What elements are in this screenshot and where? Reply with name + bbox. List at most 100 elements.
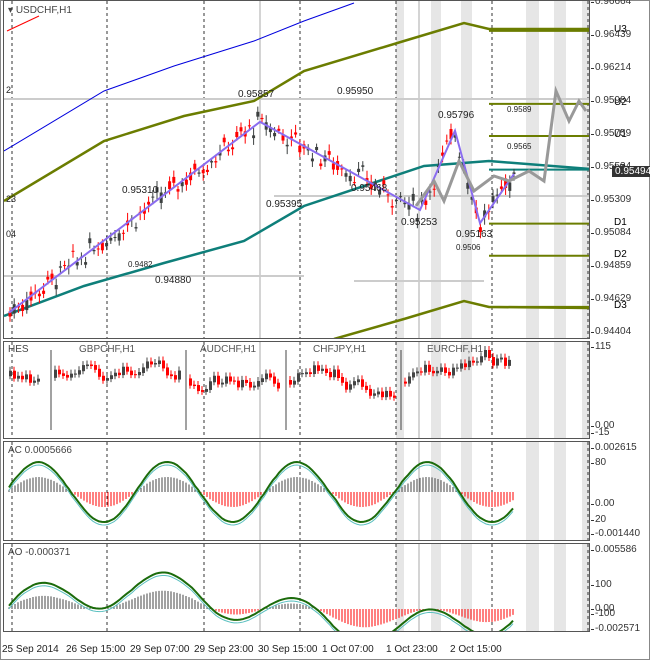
correlation-axis: 115 0.00 -15 [590,341,650,439]
candle-body [105,243,109,247]
candle-body [84,262,88,265]
session-band [582,544,589,631]
axis-tick: 100 [591,579,612,590]
session-band [526,442,539,540]
price-annotation: 0.95468 [351,183,388,194]
candle-body [357,168,361,173]
candle-body [294,132,298,135]
candle-body [390,206,394,208]
price-annotation: 0.95395 [266,199,303,210]
candle-body [184,179,188,185]
axis-tick: 115 [591,341,611,352]
candle-body [21,304,25,311]
session-band [526,342,539,438]
candle-body [88,238,92,244]
candle-body [394,199,398,201]
price-tick: 0.96439 [590,28,632,40]
candle-body [176,189,180,192]
time-tick: 26 Sep 15:00 [66,644,126,655]
session-band [554,342,566,438]
candle-body [210,161,214,163]
price-annotation: 0.95163 [456,229,493,240]
price-annotation: 0.9565 [507,142,532,151]
moving-average [4,159,589,318]
axis-tick: 80 [590,457,607,468]
candle-body [386,194,390,196]
price-annotation: 0.95253 [401,217,438,228]
price-tick: 0.96214 [590,61,632,73]
session-band [582,442,589,540]
axis-tick: 0.002615 [591,442,637,453]
candle-body [113,236,117,238]
price-chart-canvas[interactable] [4,1,590,339]
session-band [396,1,404,338]
candle-body [54,284,58,290]
session-band [554,442,566,540]
side-mark: 04 [6,229,17,239]
candle-body [205,169,209,172]
candle-body [222,137,226,143]
candle-body [252,135,256,139]
session-band [396,342,404,438]
candle-body [247,125,251,127]
candle-body [121,232,125,234]
session-band [396,544,404,631]
current-price-badge: 0.95494 [612,166,650,177]
chart-title: ▾ USDCHF,H1 [8,5,72,16]
candle-body [260,117,264,120]
time-tick: 1 Oct 07:00 [322,644,374,655]
symbol-label: CHFJPY,H1 [313,344,367,355]
ao-axis: 0.005586 100 0.00 -100 -0.002571 [590,543,650,634]
candle-body [168,181,172,190]
price-tick: 0.94859 [590,259,632,271]
price-annotation: 0.9482 [128,260,153,269]
candle-body [508,182,512,191]
ao-canvas [8,544,589,631]
candle-body [96,248,100,250]
ac-canvas [8,442,589,540]
candle-body [310,158,314,162]
panel-title: HES [8,344,29,355]
price-annotation: 0.95950 [337,86,374,97]
correlation-canvas [9,342,589,438]
candle-body [147,201,151,205]
candle-body [285,144,289,147]
candle-body [172,176,176,183]
candle-body [25,299,29,311]
candle-body [399,196,403,198]
side-mark: 23 [6,194,17,204]
candle-body [273,132,277,137]
side-mark: 2 [6,85,12,95]
candle-body [58,266,62,268]
candle-body [71,250,75,252]
time-axis[interactable]: 25 Sep 2014 26 Sep 15:00 29 Sep 07:00 29… [0,632,650,660]
symbol-label: USDCHF,H1 [15,5,72,16]
axis-tick: 0.00 [590,498,615,509]
candle-body [348,175,352,182]
candle-body [214,161,218,163]
candle-body [37,293,41,297]
correlation-panel[interactable]: HES GBPCHF,H1 AUDCHF,H1 CHFJPY,H1 EURCHF… [3,341,590,439]
candle-body [231,147,235,150]
candle-body [411,193,415,201]
session-band [582,342,589,438]
candle-body [134,227,138,229]
ao-indicator-panel[interactable]: AO -0.000371 [3,543,590,632]
candle-body [201,169,205,174]
price-chart-panel[interactable]: ▾ USDCHF,H1 0.95857 0.95950 0.95796 0.9589 0… [3,0,590,339]
time-tick: 29 Sep 23:00 [194,644,254,655]
candle-body [298,145,302,153]
candle-body [331,163,335,170]
envelope-upper [4,21,589,203]
price-annotation: 0.94880 [155,275,192,286]
candle-body [109,237,113,241]
symbol-label: GBPCHF,H1 [79,344,136,355]
ac-indicator-panel[interactable]: AC 0.0005666 [3,441,590,541]
time-tick: 30 Sep 15:00 [258,644,318,655]
session-band [461,442,472,540]
ac-axis: 0.002615 80 0.00 20 -0.001440 [590,441,650,541]
candle-body [197,172,201,174]
session-band [461,544,472,631]
candle-body [239,127,243,132]
candle-body [151,196,155,198]
